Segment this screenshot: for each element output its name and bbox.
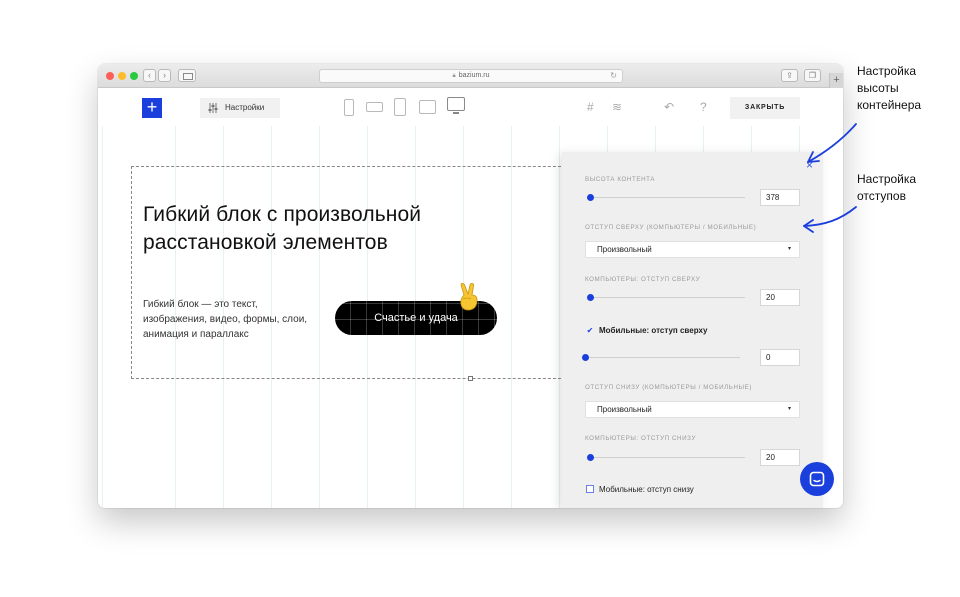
height-arrow-line	[807, 123, 857, 163]
padding-arrow-line	[803, 206, 857, 227]
annotation-arrows	[803, 123, 857, 233]
